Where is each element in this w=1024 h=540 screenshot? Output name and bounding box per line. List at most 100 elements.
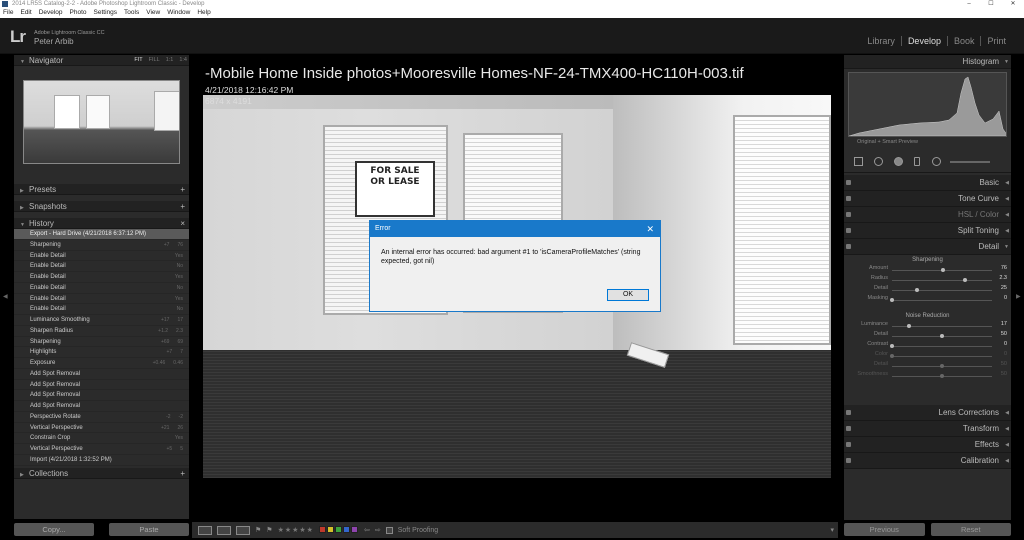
calibration-header[interactable]: Calibration ◀: [844, 453, 1011, 469]
panel-switch-icon[interactable]: [846, 426, 851, 431]
effects-header[interactable]: Effects ◀: [844, 437, 1011, 453]
panel-switch-icon[interactable]: [846, 244, 851, 249]
flag-icon[interactable]: ⚑: [255, 526, 261, 534]
slider-value[interactable]: 50: [993, 361, 1007, 367]
history-item[interactable]: Sharpen Radius +1.2 2.3: [14, 326, 189, 337]
add-snapshot-icon[interactable]: +: [180, 201, 185, 212]
panel-switch-icon[interactable]: [846, 410, 851, 415]
soft-proofing-checkbox[interactable]: [385, 526, 393, 534]
slider-knob[interactable]: [890, 297, 894, 302]
slider-track[interactable]: [892, 345, 992, 347]
brush-tool-slider[interactable]: [950, 161, 990, 163]
history-item[interactable]: Enable Detail Yes: [14, 294, 189, 305]
slider-value[interactable]: 0: [993, 295, 1007, 301]
slider-track[interactable]: [892, 279, 992, 281]
loupe-view-icon[interactable]: [198, 525, 212, 535]
next-arrow-icon[interactable]: ⇨: [375, 526, 381, 534]
maximize-icon[interactable]: ☐: [980, 0, 1002, 8]
histogram-header[interactable]: Histogram ▼: [844, 55, 1011, 69]
module-print[interactable]: Print: [980, 36, 1012, 46]
ok-button[interactable]: OK: [607, 289, 649, 301]
slider-value[interactable]: 50: [993, 331, 1007, 337]
crop-tool-icon[interactable]: [854, 157, 863, 166]
panel-switch-icon[interactable]: [846, 180, 851, 185]
history-item[interactable]: Sharpening +7 76: [14, 240, 189, 251]
history-item[interactable]: Luminance Smoothing +17 17: [14, 315, 189, 326]
menu-edit[interactable]: Edit: [20, 8, 31, 18]
history-item[interactable]: Enable Detail No: [14, 304, 189, 315]
slider-value[interactable]: 50: [993, 371, 1007, 377]
color-label-swatch[interactable]: [342, 525, 350, 533]
menu-file[interactable]: File: [3, 8, 13, 18]
right-panel-toggle-icon[interactable]: ▶: [1016, 293, 1021, 300]
spot-removal-icon[interactable]: [874, 157, 883, 166]
color-label-swatch[interactable]: [318, 525, 326, 533]
slider-knob[interactable]: [940, 363, 944, 368]
transform-header[interactable]: Transform ◀: [844, 421, 1011, 437]
menu-photo[interactable]: Photo: [70, 8, 87, 18]
history-item[interactable]: Sharpening +69 69: [14, 337, 189, 348]
slider-knob[interactable]: [940, 333, 944, 338]
add-preset-icon[interactable]: +: [180, 184, 185, 195]
image-viewer[interactable]: FOR SALE OR LEASE -Mobile Home Inside ph…: [192, 55, 838, 520]
slider-knob[interactable]: [940, 373, 944, 378]
copy-button[interactable]: Copy...: [14, 523, 94, 536]
history-item[interactable]: Enable Detail Yes: [14, 272, 189, 283]
menu-window[interactable]: Window: [167, 8, 190, 18]
menu-view[interactable]: View: [146, 8, 160, 18]
previous-button[interactable]: Previous: [844, 523, 925, 536]
histogram-graph[interactable]: [848, 72, 1007, 137]
slider-knob[interactable]: [907, 323, 911, 328]
slider-track[interactable]: [892, 355, 992, 357]
menu-settings[interactable]: Settings: [94, 8, 118, 18]
history-item[interactable]: Enable Detail Yes: [14, 251, 189, 262]
navigator-preview[interactable]: [14, 66, 189, 169]
color-label-swatch[interactable]: [326, 525, 334, 533]
panel-switch-icon[interactable]: [846, 196, 851, 201]
split-toning-header[interactable]: Split Toning ◀: [844, 223, 1011, 239]
navigator-thumbnail[interactable]: [23, 80, 180, 164]
panel-switch-icon[interactable]: [846, 228, 851, 233]
minimize-icon[interactable]: –: [958, 0, 980, 8]
slider-knob[interactable]: [941, 267, 945, 272]
menu-develop[interactable]: Develop: [39, 8, 63, 18]
zoom-1-4[interactable]: 1:4: [179, 55, 187, 66]
color-label-swatch[interactable]: [334, 525, 342, 533]
star-rating[interactable]: ★★★★★: [278, 526, 314, 534]
history-item[interactable]: Constrain Crop Yes: [14, 433, 189, 444]
slider-knob[interactable]: [915, 287, 919, 292]
hsl-color-header[interactable]: HSL / Color ◀: [844, 207, 1011, 223]
slider-value[interactable]: 2.3: [993, 275, 1007, 281]
history-item[interactable]: Exposure +0.46 0.46: [14, 358, 189, 369]
module-develop[interactable]: Develop: [900, 36, 947, 46]
reset-button[interactable]: Reset: [930, 523, 1011, 536]
toolbar-menu-icon[interactable]: ▾: [830, 526, 834, 534]
history-item[interactable]: Add Spot Removal: [14, 369, 189, 380]
history-item[interactable]: Enable Detail No: [14, 261, 189, 272]
history-item[interactable]: Add Spot Removal: [14, 380, 189, 391]
history-header[interactable]: ▼ History ×: [14, 218, 189, 229]
paste-button[interactable]: Paste: [109, 523, 189, 536]
close-window-icon[interactable]: ✕: [1002, 0, 1024, 8]
slider-value[interactable]: 0: [993, 351, 1007, 357]
left-panel-toggle-icon[interactable]: ◀: [3, 293, 8, 300]
module-library[interactable]: Library: [861, 36, 901, 46]
close-icon[interactable]: ✕: [646, 221, 654, 237]
slider-value[interactable]: 76: [993, 265, 1007, 271]
module-book[interactable]: Book: [946, 36, 981, 46]
zoom-fit[interactable]: FIT: [134, 55, 142, 66]
presets-header[interactable]: ▶ Presets +: [14, 184, 189, 195]
history-item[interactable]: Add Spot Removal: [14, 390, 189, 401]
slider-value[interactable]: 17: [993, 321, 1007, 327]
before-after-icon[interactable]: [217, 525, 231, 535]
slider-knob[interactable]: [890, 353, 894, 358]
slider-track[interactable]: [892, 289, 992, 291]
history-item[interactable]: Highlights +7 7: [14, 347, 189, 358]
snapshots-header[interactable]: ▶ Snapshots +: [14, 201, 189, 212]
reject-flag-icon[interactable]: ⚑: [266, 526, 272, 534]
previous-arrow-icon[interactable]: ⇦: [364, 526, 370, 534]
history-item[interactable]: Enable Detail No: [14, 283, 189, 294]
slider-value[interactable]: 25: [993, 285, 1007, 291]
panel-switch-icon[interactable]: [846, 442, 851, 447]
slider-value[interactable]: 0: [993, 341, 1007, 347]
